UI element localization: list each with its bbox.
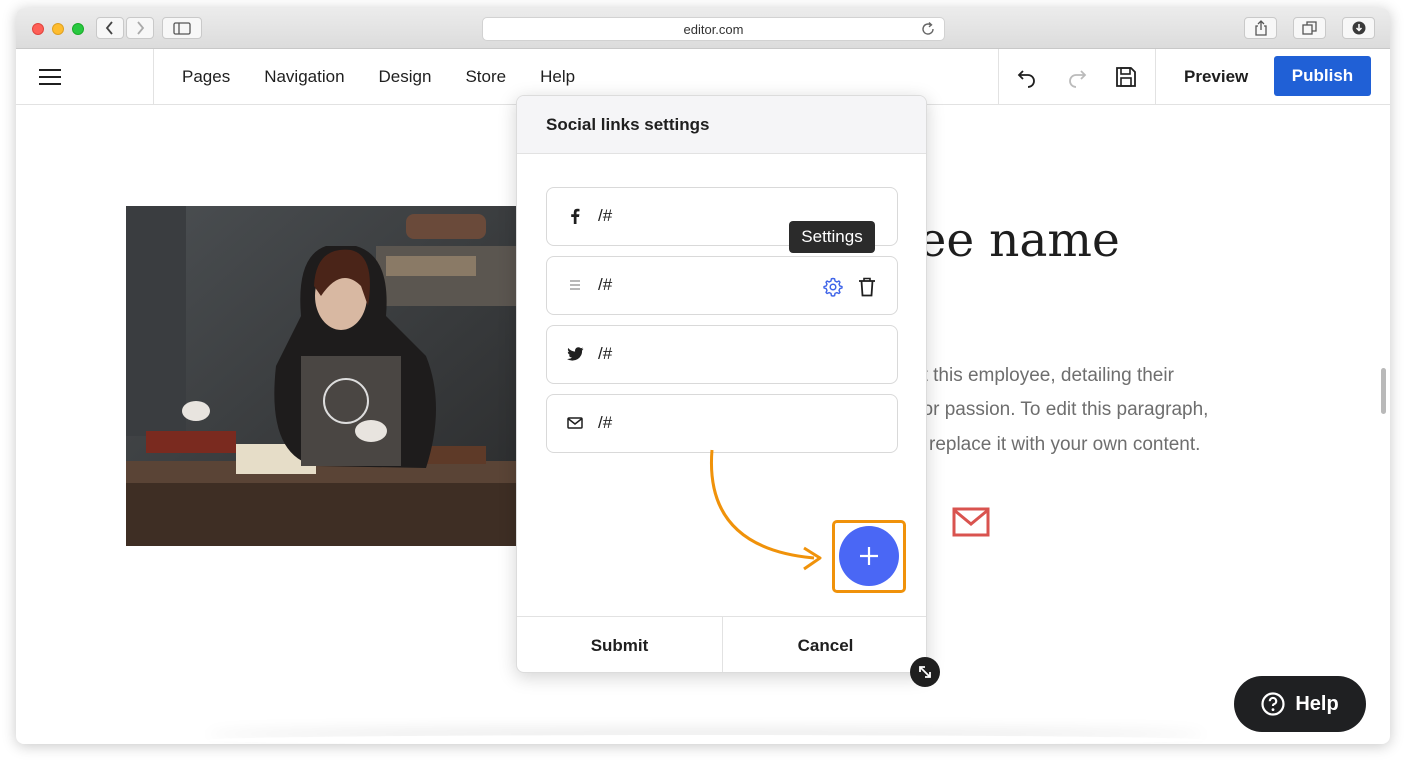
downloads-button[interactable] (1342, 17, 1375, 39)
link-url: /# (598, 344, 613, 363)
question-circle-icon (1261, 692, 1285, 716)
plus-icon (860, 547, 878, 565)
share-button[interactable] (1244, 17, 1277, 39)
resize-handle[interactable] (910, 657, 940, 687)
minimize-window-button[interactable] (52, 23, 64, 35)
nav-item-design[interactable]: Design (379, 67, 432, 87)
save-button[interactable] (1114, 65, 1138, 89)
mail-social-icon[interactable] (952, 507, 990, 537)
drag-handle-icon[interactable] (566, 276, 584, 294)
address-bar[interactable]: editor.com (482, 17, 945, 41)
help-label: Help (1295, 692, 1339, 715)
submit-button[interactable]: Submit (517, 617, 722, 672)
settings-tooltip: Settings (789, 221, 875, 253)
share-icon (1254, 20, 1267, 36)
link-url: /# (598, 413, 613, 432)
social-link-row[interactable]: /# (546, 256, 898, 315)
cancel-button[interactable]: Cancel (722, 617, 926, 672)
redo-button[interactable] (1065, 65, 1089, 89)
section-divider (206, 735, 1206, 744)
browser-titlebar: editor.com (16, 8, 1390, 49)
tabs-button[interactable] (1293, 17, 1326, 39)
undo-button[interactable] (1015, 65, 1039, 89)
forward-button[interactable] (126, 17, 154, 39)
nav-item-pages[interactable]: Pages (182, 67, 230, 87)
hamburger-icon (39, 69, 61, 85)
link-url: /# (598, 206, 613, 225)
link-url: /# (598, 275, 613, 294)
chevron-left-icon (105, 21, 113, 35)
page-scrollbar[interactable] (1381, 368, 1386, 414)
social-link-row[interactable]: /# (546, 394, 898, 453)
twitter-icon (566, 345, 584, 363)
facebook-icon (566, 207, 584, 225)
save-icon (1116, 67, 1136, 87)
sidebar-toggle-button[interactable] (162, 17, 202, 39)
url-text: editor.com (683, 21, 744, 37)
sidebar-icon (173, 21, 191, 35)
modal-footer: Submit Cancel (517, 616, 926, 672)
nav-item-help[interactable]: Help (540, 67, 575, 87)
trash-icon[interactable] (858, 277, 876, 297)
zoom-window-button[interactable] (72, 23, 84, 35)
social-link-row[interactable]: /# (546, 325, 898, 384)
modal-title: Social links settings (517, 96, 926, 154)
browser-window: editor.com Pages Navigation Design Store… (16, 8, 1390, 744)
download-icon (1352, 21, 1365, 35)
undo-icon (1017, 70, 1035, 88)
close-window-button[interactable] (32, 23, 44, 35)
add-link-button[interactable] (839, 526, 899, 586)
chevron-right-icon (137, 21, 145, 35)
preview-button[interactable]: Preview (1184, 67, 1248, 87)
gear-icon[interactable] (823, 277, 843, 297)
back-button[interactable] (96, 17, 124, 39)
resize-diagonal-icon (919, 666, 931, 678)
help-button[interactable]: Help (1234, 676, 1366, 732)
reload-icon[interactable] (920, 21, 936, 37)
nav-item-navigation[interactable]: Navigation (264, 67, 344, 87)
tabs-icon (1302, 21, 1317, 35)
hamburger-menu-button[interactable] (16, 49, 154, 105)
redo-icon (1069, 70, 1087, 88)
nav-item-store[interactable]: Store (465, 67, 506, 87)
publish-button[interactable]: Publish (1274, 56, 1371, 96)
mail-icon (566, 414, 584, 432)
history-toolbar (998, 49, 1156, 105)
